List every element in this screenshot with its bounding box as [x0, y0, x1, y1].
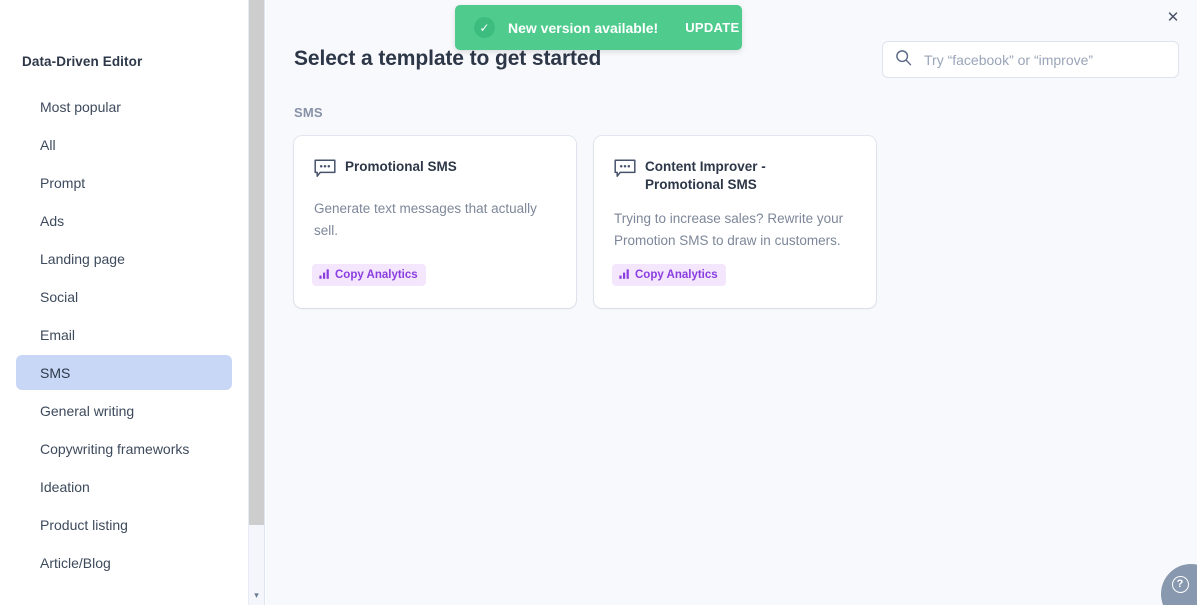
sidebar-item-label: Most popular — [40, 99, 121, 115]
sidebar-nav-list: Most popular All Prompt Ads Landing page… — [0, 86, 248, 583]
main-panel: ✕ Select a template to get started SMS — [266, 0, 1197, 605]
question-mark-icon: ? — [1172, 576, 1189, 593]
check-icon: ✓ — [474, 17, 495, 38]
badge-copy-analytics[interactable]: Copy Analytics — [612, 264, 726, 286]
update-toast: ✓ New version available! UPDATE — [455, 5, 742, 50]
template-card-content-improver-promotional-sms[interactable]: Content Improver - Promotional SMS Tryin… — [594, 136, 876, 308]
sidebar-item-general-writing[interactable]: General writing — [16, 393, 232, 428]
sidebar-item-email[interactable]: Email — [16, 317, 232, 352]
card-header: Content Improver - Promotional SMS — [614, 158, 856, 194]
sidebar-item-label: Ads — [40, 213, 64, 229]
sidebar-item-most-popular[interactable]: Most popular — [16, 89, 232, 124]
sidebar-title: Data-Driven Editor — [22, 54, 142, 69]
toast-message: New version available! — [508, 20, 658, 36]
template-picker-screen: Data-Driven Editor Most popular All Prom… — [0, 0, 1197, 605]
sidebar-scrollbar-thumb[interactable] — [249, 0, 264, 525]
sidebar-item-social[interactable]: Social — [16, 279, 232, 314]
card-title: Promotional SMS — [345, 158, 457, 176]
template-card-grid: Promotional SMS Generate text messages t… — [294, 136, 876, 308]
sidebar-item-label: Product listing — [40, 517, 128, 533]
badge-copy-analytics[interactable]: Copy Analytics — [312, 264, 426, 286]
search-box[interactable] — [882, 41, 1179, 78]
search-input[interactable] — [922, 51, 1166, 69]
update-button[interactable]: UPDATE — [685, 20, 739, 35]
close-icon[interactable]: ✕ — [1161, 5, 1185, 29]
sidebar-item-landing-page[interactable]: Landing page — [16, 241, 232, 276]
sidebar-item-article-blog[interactable]: Article/Blog — [16, 545, 232, 580]
bar-chart-icon — [619, 268, 630, 282]
chevron-down-icon[interactable]: ▾ — [248, 586, 265, 605]
card-header: Promotional SMS — [314, 158, 556, 184]
sidebar-item-copywriting-frameworks[interactable]: Copywriting frameworks — [16, 431, 232, 466]
page-title: Select a template to get started — [294, 47, 601, 71]
sidebar-item-label: Copywriting frameworks — [40, 441, 189, 457]
sidebar-item-ads[interactable]: Ads — [16, 203, 232, 238]
card-description: Generate text messages that actually sel… — [314, 198, 556, 242]
sidebar-item-all[interactable]: All — [16, 127, 232, 162]
chat-bubble-icon — [314, 159, 336, 184]
sidebar-item-label: Prompt — [40, 175, 85, 191]
template-card-promotional-sms[interactable]: Promotional SMS Generate text messages t… — [294, 136, 576, 308]
sidebar-item-label: SMS — [40, 365, 70, 381]
sidebar: Data-Driven Editor Most popular All Prom… — [0, 0, 248, 605]
sidebar-item-product-listing[interactable]: Product listing — [16, 507, 232, 542]
sidebar-item-label: General writing — [40, 403, 134, 419]
card-description: Trying to increase sales? Rewrite your P… — [614, 208, 856, 252]
bar-chart-icon — [319, 268, 330, 282]
section-label-sms: SMS — [294, 105, 323, 120]
sidebar-item-label: Article/Blog — [40, 555, 111, 571]
search-icon — [895, 49, 912, 71]
card-title: Content Improver - Promotional SMS — [645, 158, 845, 194]
chat-bubble-icon — [614, 159, 636, 184]
badge-label: Copy Analytics — [635, 269, 718, 281]
sidebar-item-ideation[interactable]: Ideation — [16, 469, 232, 504]
sidebar-item-label: Social — [40, 289, 78, 305]
badge-label: Copy Analytics — [335, 269, 418, 281]
sidebar-item-label: All — [40, 137, 56, 153]
sidebar-item-label: Landing page — [40, 251, 125, 267]
sidebar-item-label: Email — [40, 327, 75, 343]
sidebar-item-sms[interactable]: SMS — [16, 355, 232, 390]
sidebar-item-prompt[interactable]: Prompt — [16, 165, 232, 200]
sidebar-item-label: Ideation — [40, 479, 90, 495]
